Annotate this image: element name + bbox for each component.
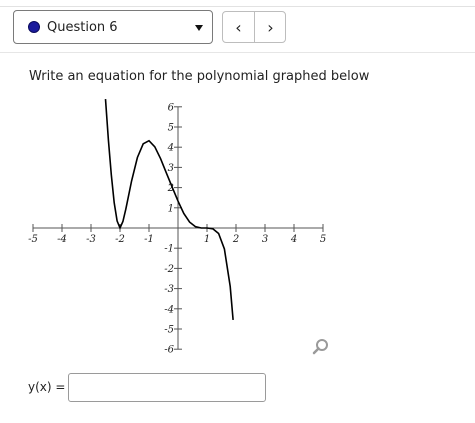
y-tick-label: 6 <box>168 102 175 113</box>
answer-label: y(x) = <box>28 380 66 394</box>
y-tick-label: 1 <box>168 203 174 214</box>
y-tick-label: -2 <box>164 264 174 275</box>
answer-input[interactable] <box>68 373 266 402</box>
x-tick-label: 1 <box>204 234 210 245</box>
y-tick-label: 5 <box>168 123 174 134</box>
y-tick-label: -4 <box>164 304 174 315</box>
y-tick-label: 4 <box>167 143 174 154</box>
y-tick-label: 3 <box>168 163 174 174</box>
y-tick-label: -1 <box>164 244 174 255</box>
polynomial-graph: -5 -4 -3 -2 -1 1 2 3 4 5 6 5 4 3 2 1 -1 -2 -3 -4 -5 -6 <box>28 99 326 356</box>
x-tick-label: -1 <box>144 234 154 245</box>
graph-axes <box>33 106 323 350</box>
x-tick-label: -2 <box>115 234 125 245</box>
x-axis-ticks: -5 -4 -3 -2 -1 1 2 3 4 5 <box>28 224 326 245</box>
magnifier-icon[interactable] <box>312 338 330 356</box>
x-tick-label: 2 <box>232 234 239 245</box>
x-tick-label: -5 <box>28 234 38 245</box>
x-tick-label: -3 <box>86 234 96 245</box>
x-tick-label: -4 <box>57 234 67 245</box>
y-tick-label: -6 <box>164 345 174 356</box>
x-tick-label: 4 <box>290 234 297 245</box>
y-axis-ticks: 654321-1-2-3-4-5-6 <box>164 102 182 356</box>
y-tick-label: -3 <box>164 284 174 295</box>
x-tick-label: 5 <box>320 234 326 245</box>
y-tick-label: -5 <box>164 325 174 336</box>
x-tick-label: 3 <box>262 234 268 245</box>
